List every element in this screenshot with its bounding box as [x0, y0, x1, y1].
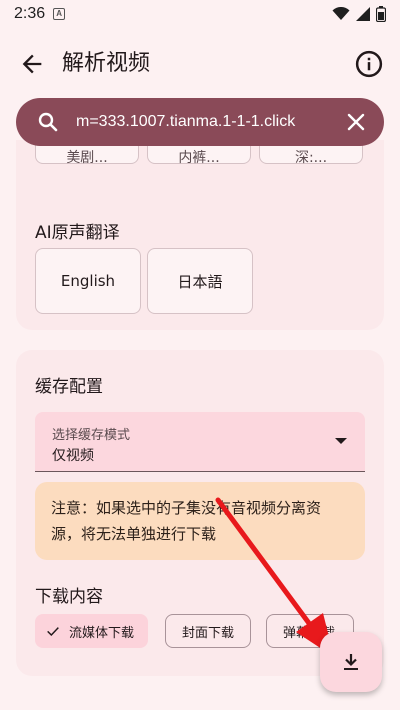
signal-icon [356, 7, 370, 21]
chip-cover-download[interactable]: 封面下载 [165, 614, 252, 648]
chip-label: 封面下载 [182, 625, 235, 641]
download-icon [344, 654, 358, 670]
notice-text: 注意：如果选中的子集没有音视频分离资源，将无法单独进行下载 [51, 499, 322, 543]
language-japanese-button[interactable]: 日本語 [147, 248, 253, 314]
search-bar[interactable]: m=333.1007.tianma.1-1-1.click [16, 98, 384, 146]
notice-box: 注意：如果选中的子集没有音视频分离资源，将无法单独进行下载 [35, 482, 365, 560]
video-options-card: 美剧... 内裤... 深:... AI原声翻译 English 日本語 [16, 140, 384, 330]
status-bar: 2:36 A [0, 0, 400, 28]
cache-mode-select[interactable]: 选择缓存模式 仅视频 [35, 412, 365, 472]
sim-icon: A [53, 8, 66, 20]
download-content-title: 下载内容 [35, 587, 103, 607]
wifi-icon [332, 7, 350, 20]
ai-translate-label: AI原声翻译 [35, 223, 120, 243]
chip-label: 流媒体下载 [69, 625, 135, 641]
page-title: 解析视频 [62, 51, 151, 76]
close-icon[interactable] [344, 110, 368, 134]
check-icon [47, 627, 59, 637]
info-icon[interactable] [354, 49, 384, 79]
status-icons [332, 6, 386, 22]
dropdown-caret-icon [335, 438, 347, 444]
app-bar: 解析视频 [0, 40, 400, 88]
cache-mode-label: 选择缓存模式 [52, 428, 131, 443]
cache-config-card: 缓存配置 选择缓存模式 仅视频 注意：如果选中的子集没有音视频分离资源，将无法单… [16, 350, 384, 676]
search-icon [38, 112, 58, 132]
cache-config-title: 缓存配置 [35, 377, 103, 397]
cache-mode-value: 仅视频 [52, 448, 94, 464]
language-english-button[interactable]: English [35, 248, 141, 314]
search-input[interactable]: m=333.1007.tianma.1-1-1.click [76, 110, 334, 134]
download-fab[interactable] [320, 632, 382, 692]
back-arrow-icon[interactable] [18, 50, 46, 78]
status-time: 2:36 [14, 5, 46, 22]
chip-stream-download[interactable]: 流媒体下载 [35, 614, 149, 648]
battery-icon [376, 6, 386, 22]
